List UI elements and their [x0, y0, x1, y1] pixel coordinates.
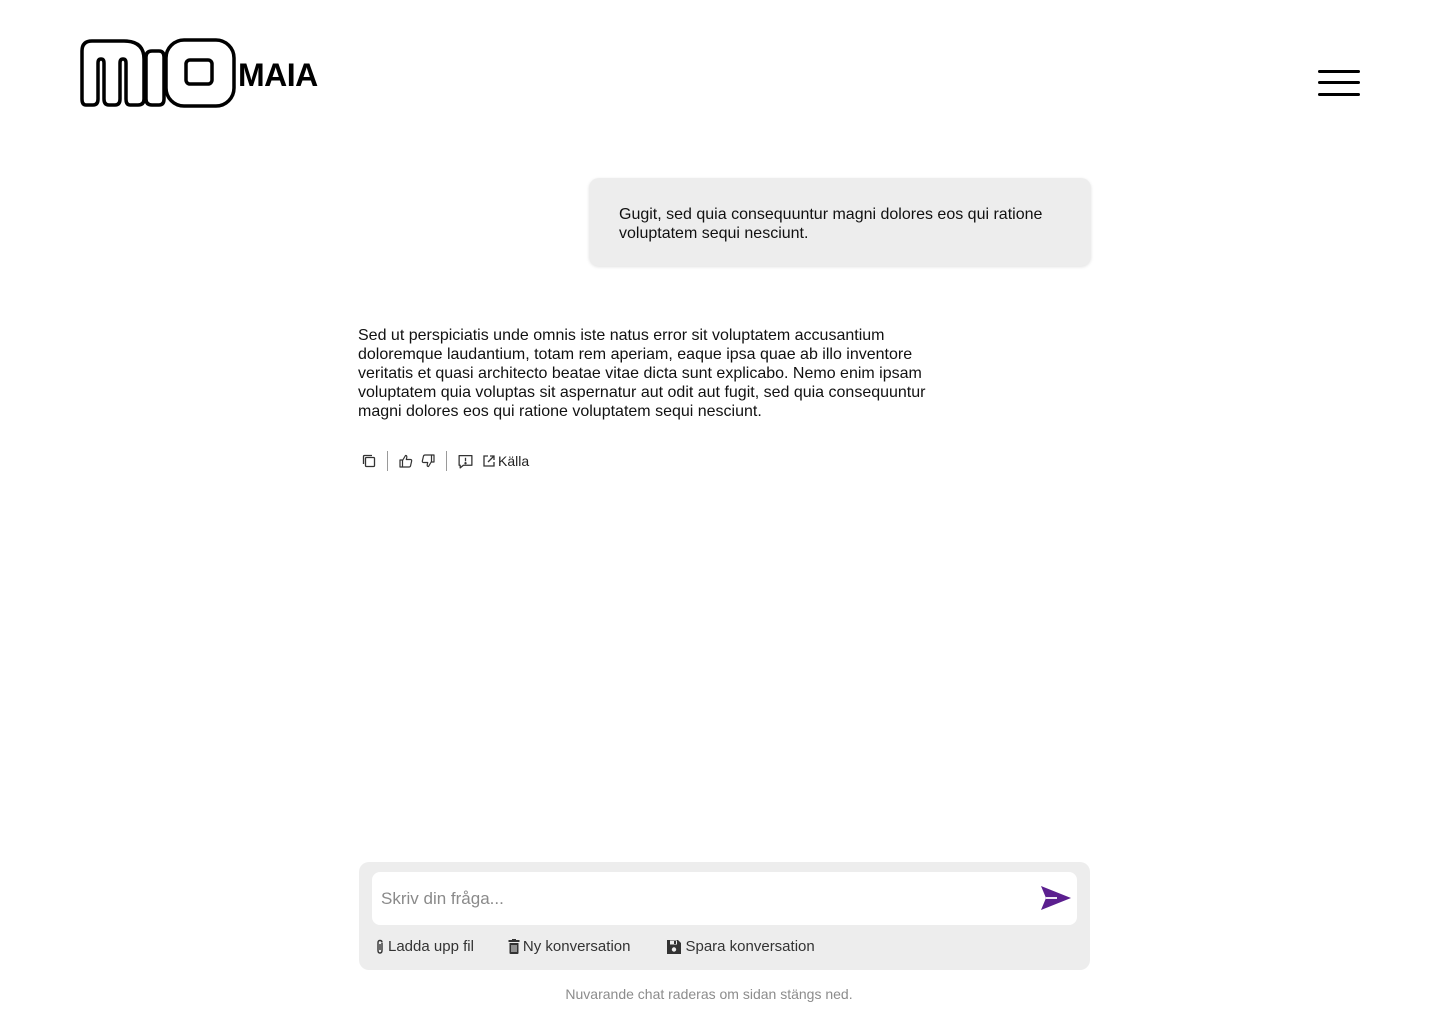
copy-icon: [362, 454, 376, 468]
external-link-icon: [483, 455, 495, 467]
menu-button[interactable]: [1316, 66, 1362, 100]
new-conversation-button[interactable]: Ny konversation: [508, 938, 631, 955]
report-button[interactable]: [454, 450, 476, 472]
divider: [387, 451, 388, 471]
send-icon: [1041, 886, 1071, 910]
thumbs-down-button[interactable]: [417, 450, 439, 472]
source-link[interactable]: Källa: [482, 453, 529, 469]
save-conversation-label: Spara konversation: [685, 938, 815, 955]
assistant-message-text: Sed ut perspiciatis unde omnis iste natu…: [358, 327, 926, 420]
new-conversation-label: Ny konversation: [522, 938, 631, 955]
thumbs-up-icon: [399, 454, 413, 468]
question-input[interactable]: [381, 872, 1021, 925]
save-conversation-button[interactable]: Spara konversation: [666, 938, 815, 955]
report-icon: [457, 454, 473, 469]
source-label: Källa: [498, 453, 530, 469]
send-button[interactable]: [1039, 884, 1073, 914]
upload-file-button[interactable]: Ladda upp fil: [375, 938, 474, 955]
user-message-bubble: Gugit, sed quia consequuntur magni dolor…: [589, 178, 1091, 266]
assistant-message: Sed ut perspiciatis unde omnis iste natu…: [358, 326, 948, 421]
hamburger-menu-icon: [1318, 70, 1360, 73]
user-message-text: Gugit, sed quia consequuntur magni dolor…: [619, 206, 1043, 242]
logo-text: MAIA: [238, 57, 318, 93]
copy-button[interactable]: [358, 450, 380, 472]
thumbs-down-icon: [421, 454, 435, 468]
composer-actions: Ladda upp fil Ny konversation Spara konv…: [375, 938, 815, 955]
composer: Ladda upp fil Ny konversation: [359, 862, 1090, 970]
mio-logo-icon: [80, 38, 236, 108]
divider: [446, 451, 447, 471]
message-actions: Källa: [358, 450, 529, 472]
upload-file-label: Ladda upp fil: [388, 938, 474, 955]
floppy-disk-icon: [667, 939, 682, 954]
trash-icon: [508, 939, 520, 954]
thumbs-up-button[interactable]: [395, 450, 417, 472]
question-input-wrapper: [372, 872, 1077, 925]
logo[interactable]: MAIA: [80, 37, 318, 109]
chat-page: MAIA Gugit, sed quia consequuntur magni …: [0, 0, 1440, 1024]
footer-note: Nuvarande chat raderas om sidan stängs n…: [565, 986, 853, 1002]
paperclip-icon: [377, 939, 383, 954]
